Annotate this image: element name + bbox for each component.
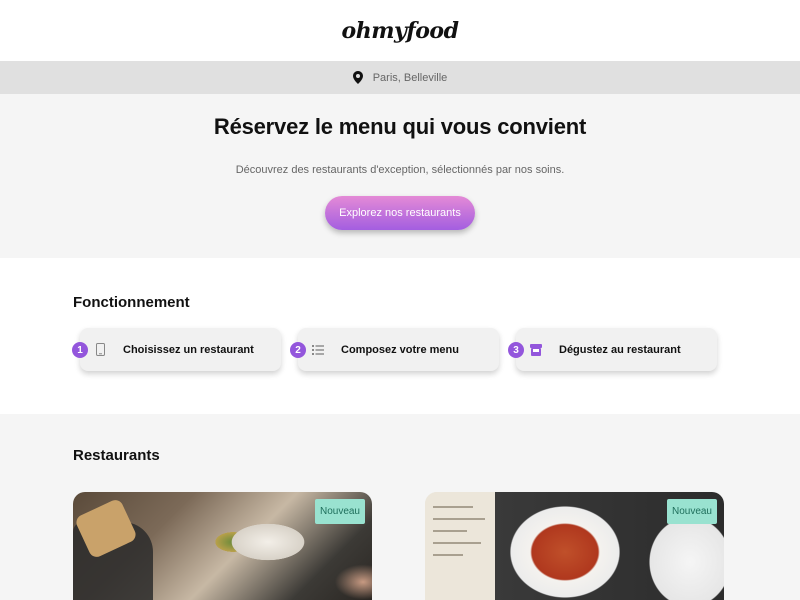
how-it-works-section: Fonctionnement 1 Choisissez un restauran… [0, 258, 800, 414]
new-badge: Nouveau [666, 499, 717, 524]
hero-subtitle: Découvrez des restaurants d'exception, s… [235, 164, 565, 176]
menu-line [433, 542, 481, 544]
list-icon [311, 343, 325, 357]
step-number: 2 [290, 342, 306, 358]
step-label: Composez votre menu [341, 343, 459, 356]
step-card-3[interactable]: 3 Dégustez au restaurant [508, 328, 717, 371]
menu-paper-graphic [425, 492, 495, 600]
step-card-2[interactable]: 2 Composez votre menu [290, 328, 499, 371]
logo[interactable]: ohmyfood [342, 18, 459, 44]
map-pin-icon [352, 71, 363, 84]
restaurant-cards: Nouveau Nouveau [73, 492, 800, 600]
step-number: 3 [508, 342, 524, 358]
location-text: Paris, Belleville [372, 71, 448, 84]
menu-line [433, 518, 485, 520]
step-label: Choisissez un restaurant [123, 343, 254, 356]
restaurants-section: Restaurants Nouveau Nouveau [0, 414, 800, 600]
menu-line [433, 506, 473, 508]
hero-title: Réservez le menu qui vous convient [213, 114, 587, 139]
step-card-1[interactable]: 1 Choisissez un restaurant [72, 328, 281, 371]
explore-restaurants-button[interactable]: Explorez nos restaurants [325, 196, 475, 230]
restaurant-card-image[interactable]: Nouveau [425, 492, 724, 600]
menu-line [433, 554, 463, 556]
location-bar: Paris, Belleville [0, 61, 800, 94]
section-title-how: Fonctionnement [73, 294, 190, 311]
hero-section: Réservez le menu qui vous convient Décou… [0, 94, 800, 258]
step-number: 1 [72, 342, 88, 358]
menu-line [433, 530, 467, 532]
new-badge: Nouveau [314, 499, 365, 524]
restaurant-card-image[interactable]: Nouveau [73, 492, 372, 600]
step-label: Dégustez au restaurant [559, 343, 681, 356]
page-header: ohmyfood [0, 0, 800, 61]
steps-list: 1 Choisissez un restaurant 2 Composez vo… [72, 328, 800, 371]
store-icon [529, 343, 543, 357]
section-title-restaurants: Restaurants [73, 447, 160, 464]
mobile-phone-icon [93, 343, 107, 357]
